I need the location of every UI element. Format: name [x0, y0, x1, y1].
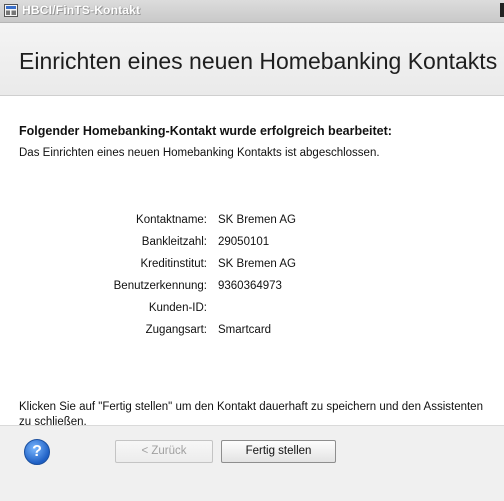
field-label: Bankleitzahl: — [141, 236, 207, 248]
wizard-title: Einrichten eines neuen Homebanking Konta… — [19, 48, 498, 74]
field-row-kreditinstitut: Kreditinstitut: SK Bremen AG — [0, 258, 504, 276]
success-heading: Folgender Homebanking-Kontakt wurde erfo… — [19, 124, 392, 138]
field-value: Smartcard — [218, 324, 272, 336]
window-title: HBCI/FinTS-Kontakt — [22, 3, 141, 17]
field-row-bankleitzahl: Bankleitzahl: 29050101 — [0, 236, 504, 254]
field-value: 29050101 — [218, 236, 270, 248]
field-value: 9360364973 — [218, 280, 282, 292]
back-button[interactable]: < Zurück — [115, 440, 213, 463]
window-titlebar[interactable]: HBCI/FinTS-Kontakt — [0, 0, 504, 23]
field-label: Zugangsart: — [145, 324, 207, 336]
field-row-benutzerkennung: Benutzerkennung: 9360364973 — [0, 280, 504, 298]
field-row-kunden-id: Kunden-ID: — [0, 302, 504, 320]
field-label: Kunden-ID: — [148, 302, 207, 314]
wizard-header: Einrichten eines neuen Homebanking Konta… — [0, 23, 504, 96]
wizard-content: Folgender Homebanking-Kontakt wurde erfo… — [0, 96, 504, 428]
app-window-icon — [4, 4, 18, 17]
field-label: Kontaktname: — [136, 214, 207, 226]
field-label: Kreditinstitut: — [140, 258, 207, 270]
window-close-edge[interactable] — [500, 3, 504, 17]
field-row-zugangsart: Zugangsart: Smartcard — [0, 324, 504, 342]
field-label: Benutzerkennung: — [113, 280, 207, 292]
field-row-kontaktname: Kontaktname: SK Bremen AG — [0, 214, 504, 232]
wizard-button-bar: ? < Zurück Fertig stellen — [0, 425, 504, 501]
field-value: SK Bremen AG — [218, 214, 296, 226]
help-icon[interactable]: ? — [24, 439, 50, 465]
field-value: SK Bremen AG — [218, 258, 296, 270]
completion-message: Das Einrichten eines neuen Homebanking K… — [19, 147, 380, 159]
finish-button[interactable]: Fertig stellen — [221, 440, 336, 463]
